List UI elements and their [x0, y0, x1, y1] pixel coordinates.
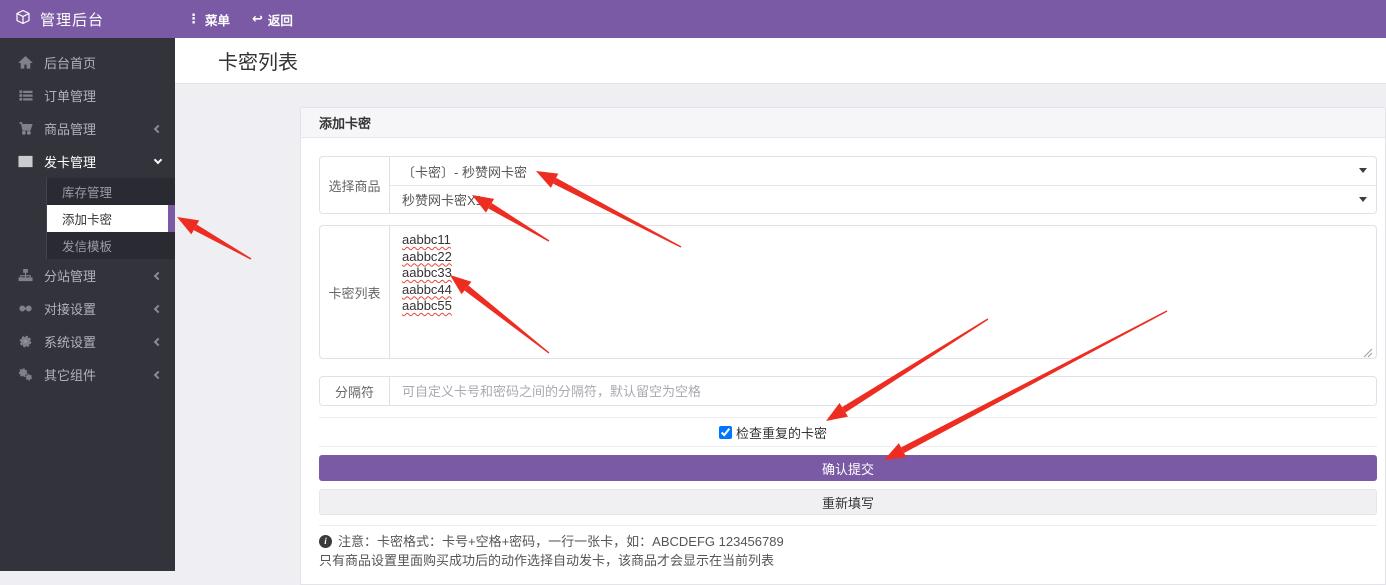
sidebar-item-products[interactable]: 商品管理: [0, 112, 175, 145]
sidebar-item-other-components[interactable]: 其它组件: [0, 358, 175, 391]
chevron-left-icon: [154, 124, 162, 132]
brand[interactable]: 管理后台: [0, 9, 175, 30]
separator-label: 分隔符: [320, 377, 390, 405]
card-line: aabbc22: [402, 249, 452, 266]
cart-icon: [18, 121, 33, 136]
product-select-row: 选择商品 〔卡密〕- 秒赞网卡密 秒赞网卡密X1: [319, 156, 1377, 214]
sidebar: 后台首页 订单管理 商品管理 发卡管理 库存管理 添加卡密: [0, 38, 175, 571]
note-box: i 注意：卡密格式：卡号+空格+密码，一行一张卡，如：ABCDEFG 12345…: [319, 525, 1377, 570]
select-caret-icon: [1359, 168, 1367, 173]
card-list-label: 卡密列表: [320, 226, 390, 358]
reset-button[interactable]: 重新填写: [319, 489, 1377, 515]
chevron-left-icon: [154, 304, 162, 312]
product-type-select[interactable]: 〔卡密〕- 秒赞网卡密: [390, 157, 1376, 185]
card-list-area[interactable]: aabbc11 aabbc22 aabbc33 aabbc44 aabbc55: [390, 226, 1376, 358]
product-select-label: 选择商品: [320, 157, 390, 213]
cube-logo-icon: [15, 9, 31, 30]
menu-button[interactable]: ⋮ 菜单: [187, 10, 230, 29]
info-circle-icon: i: [319, 535, 332, 548]
resize-grip-icon[interactable]: [1363, 345, 1373, 355]
submit-button[interactable]: 确认提交: [319, 455, 1377, 481]
cogs-icon: [18, 367, 33, 382]
card-line: aabbc55: [402, 298, 452, 315]
add-card-panel: 添加卡密 选择商品 〔卡密〕- 秒赞网卡密 秒赞网卡密X1: [300, 107, 1386, 585]
check-duplicates-label: 检查重复的卡密: [736, 423, 827, 442]
sidebar-item-card-mgmt[interactable]: 发卡管理: [0, 145, 175, 178]
sitemap-icon: [18, 268, 33, 283]
check-duplicates-checkbox[interactable]: [719, 426, 732, 439]
card-line: aabbc11: [402, 232, 451, 249]
gear-icon: [18, 334, 33, 349]
chevron-down-icon: [154, 156, 162, 164]
sidebar-item-stock-mgmt[interactable]: 库存管理: [47, 178, 175, 205]
chevron-left-icon: [154, 271, 162, 279]
sidebar-item-add-card[interactable]: 添加卡密: [47, 205, 175, 232]
sidebar-item-substation[interactable]: 分站管理: [0, 259, 175, 292]
main-area: 卡密列表 添加卡密 选择商品 〔卡密〕- 秒赞网卡密 秒赞网卡密X1: [175, 38, 1386, 571]
home-icon: [18, 55, 33, 70]
page-title: 卡密列表: [218, 46, 298, 75]
sidebar-item-orders[interactable]: 订单管理: [0, 79, 175, 112]
card-line: aabbc44: [402, 282, 452, 299]
card-list-row: 卡密列表 aabbc11 aabbc22 aabbc33 aabbc44 aab…: [319, 225, 1377, 359]
back-arrow-icon: ↩: [252, 11, 263, 27]
separator-input[interactable]: [390, 377, 1376, 405]
sidebar-item-system-settings[interactable]: 系统设置: [0, 325, 175, 358]
sidebar-item-mail-template[interactable]: 发信模板: [47, 232, 175, 259]
card-mgmt-submenu: 库存管理 添加卡密 发信模板: [46, 178, 175, 259]
back-button[interactable]: ↩ 返回: [252, 10, 293, 29]
page-header: 卡密列表: [175, 38, 1386, 84]
content-area: 添加卡密 选择商品 〔卡密〕- 秒赞网卡密 秒赞网卡密X1: [175, 84, 1386, 571]
card-line: aabbc33: [402, 265, 452, 282]
product-select[interactable]: 秒赞网卡密X1: [390, 185, 1376, 213]
note-line-1: 注意：卡密格式：卡号+空格+密码，一行一张卡，如：ABCDEFG 1234567…: [338, 532, 784, 551]
sidebar-item-docking[interactable]: 对接设置: [0, 292, 175, 325]
note-line-2: 只有商品设置里面购买成功后的动作选择自动发卡，该商品才会显示在当前列表: [319, 551, 774, 570]
menu-dots-icon: ⋮: [187, 11, 200, 27]
grid-icon: [18, 154, 33, 169]
top-bar: 管理后台 ⋮ 菜单 ↩ 返回: [0, 0, 1386, 38]
select-caret-icon: [1359, 197, 1367, 202]
duplicate-check-row: 检查重复的卡密: [319, 417, 1377, 447]
panel-header: 添加卡密: [301, 108, 1385, 138]
chevron-left-icon: [154, 337, 162, 345]
list-icon: [18, 88, 33, 103]
separator-row: 分隔符: [319, 376, 1377, 406]
link-icon: [18, 301, 33, 316]
app-title: 管理后台: [40, 9, 104, 30]
chevron-left-icon: [154, 370, 162, 378]
sidebar-item-home[interactable]: 后台首页: [0, 46, 175, 79]
